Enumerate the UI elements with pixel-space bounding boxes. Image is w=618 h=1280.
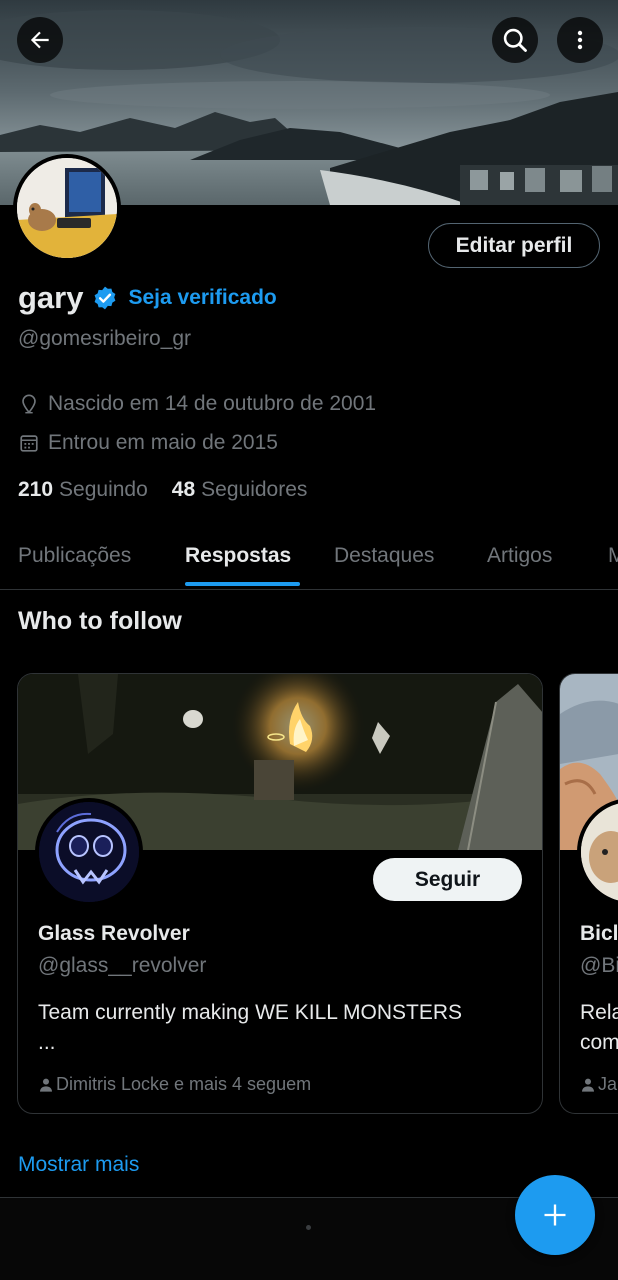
card-handle: @glass__revolver [38, 954, 207, 977]
card-social-context: Dimitris Locke e mais 4 seguem [38, 1074, 311, 1095]
joined-row: Entrou em maio de 2015 [18, 431, 278, 455]
following-link[interactable]: 210 Seguindo [18, 478, 148, 502]
card-2-name[interactable]: Bicl [580, 922, 618, 946]
follow-suggestion-card-2[interactable]: Bicl @Bi Rela com Ja [559, 673, 618, 1114]
joined-text: Entrou em maio de 2015 [48, 431, 278, 454]
card-social-text: Dimitris Locke e mais 4 seguem [56, 1074, 312, 1094]
edit-profile-button[interactable]: Editar perfil [428, 223, 600, 268]
card-2-bio-more: com [580, 1031, 618, 1054]
follow-button[interactable]: Seguir [373, 858, 522, 901]
more-options-button[interactable] [557, 17, 603, 63]
tab-artigos[interactable]: Artigos [487, 544, 552, 568]
show-more-link[interactable]: Mostrar mais [18, 1153, 139, 1177]
person-icon [580, 1077, 596, 1093]
card-2-social-text: Ja [598, 1074, 618, 1094]
person-icon [38, 1077, 54, 1093]
compose-button[interactable] [515, 1175, 595, 1255]
active-tab-indicator [185, 582, 300, 586]
tab-publicacoes[interactable]: Publicações [18, 544, 131, 568]
profile-handle: @gomesribeiro_gr [18, 327, 192, 350]
card-name[interactable]: Glass Revolver [38, 922, 190, 946]
card-bio-more: ... [38, 1031, 56, 1054]
profile-tabs: Publicações Respostas Destaques Artigos … [0, 530, 618, 590]
get-verified-link[interactable]: Seja verificado [128, 286, 276, 310]
card-2-bio-text: Rela [580, 1001, 618, 1024]
follow-suggestion-card[interactable]: Seguir Glass Revolver @glass__revolver T… [17, 673, 543, 1114]
search-button[interactable] [492, 17, 538, 63]
calendar-icon [18, 432, 40, 454]
back-button[interactable] [17, 17, 63, 63]
tab-more[interactable]: M [608, 544, 618, 568]
profile-avatar[interactable] [13, 154, 121, 262]
display-name: gary [18, 280, 84, 315]
card-bio-text: Team currently making WE KILL MONSTERS [38, 1001, 462, 1024]
birthday-text: Nascido em 14 de outubro de 2001 [48, 392, 377, 415]
card-2-bio: Rela com [580, 998, 618, 1058]
profile-name-row: gary Seja verificado [18, 280, 277, 316]
card-2-social-context: Ja [580, 1074, 617, 1095]
tab-destaques[interactable]: Destaques [334, 544, 434, 568]
followers-link[interactable]: 48 Seguidores [172, 478, 308, 502]
location-pin-icon [18, 393, 40, 415]
card-bio: Team currently making WE KILL MONSTERS .… [38, 998, 508, 1058]
card-avatar-image [39, 802, 139, 902]
following-label: Seguindo [59, 478, 148, 501]
following-count: 210 [18, 478, 54, 501]
card-2-handle: @Bi [580, 954, 618, 977]
birthday-row: Nascido em 14 de outubro de 2001 [18, 392, 376, 416]
followers-count: 48 [171, 478, 196, 501]
back-arrow-icon [27, 27, 53, 53]
follow-stats: 210 Seguindo 48 Seguidores [18, 478, 331, 502]
more-vertical-icon [568, 28, 592, 52]
followers-label: Seguidores [201, 478, 308, 501]
search-icon [501, 26, 529, 54]
card-avatar [35, 798, 143, 906]
verified-badge-icon [92, 285, 118, 311]
plus-icon [541, 1201, 569, 1229]
who-to-follow-title: Who to follow [18, 607, 182, 635]
loading-dot [306, 1225, 311, 1230]
avatar-image [17, 158, 117, 258]
tab-respostas[interactable]: Respostas [185, 544, 291, 568]
